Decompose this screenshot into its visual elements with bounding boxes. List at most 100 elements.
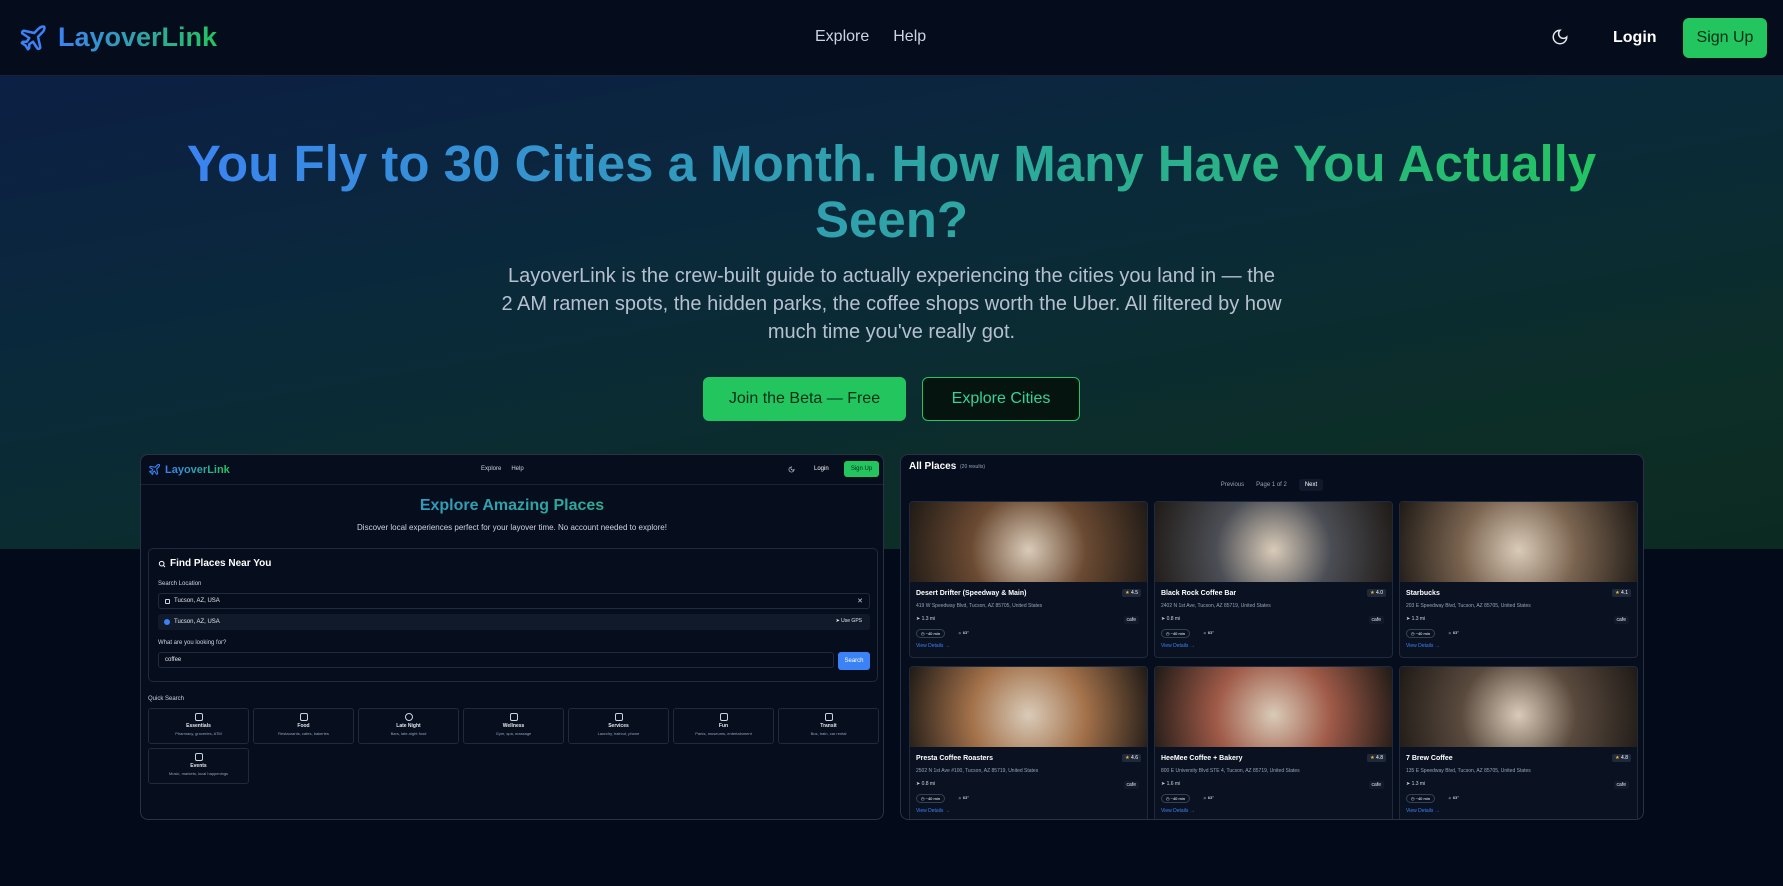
view-details-link[interactable]: View Details → xyxy=(1161,643,1195,649)
use-gps-button[interactable]: ➤ Use GPS xyxy=(836,618,862,624)
all-places-heading: All Places xyxy=(909,461,957,472)
place-weather: ☼ 63° xyxy=(1448,795,1459,800)
place-distance: ➤ 1.6 mi xyxy=(1161,781,1180,787)
place-time-badge: ◷ ~40 min xyxy=(1161,629,1190,638)
place-name: Presta Coffee Roasters xyxy=(916,755,994,762)
place-photo xyxy=(910,667,1147,747)
place-distance-value: 1.3 mi xyxy=(1411,616,1426,622)
place-address: 135 E Speedway Blvd, Tucson, AZ 85705, U… xyxy=(1406,768,1531,774)
place-time-badge: ◷ ~40 min xyxy=(916,629,945,638)
view-details-link[interactable]: View Details → xyxy=(1161,808,1195,814)
pagination-previous[interactable]: Previous xyxy=(1221,482,1244,488)
place-time-value: ~40 min xyxy=(1415,796,1430,801)
top-nav: LayoverLink Explore Help Login Sign Up xyxy=(0,0,1783,76)
use-gps-label: Use GPS xyxy=(841,618,862,624)
hero-title-line-2: Seen? xyxy=(814,191,969,248)
place-temp-value: 63° xyxy=(1207,630,1214,635)
brand-logo[interactable]: LayoverLink xyxy=(18,22,217,53)
quick-search-desc: Parks, museums, entertainment xyxy=(695,731,752,736)
place-time-value: ~40 min xyxy=(925,796,940,801)
place-distance-value: 1.3 mi xyxy=(921,616,936,622)
clear-location-icon[interactable]: ✕ xyxy=(857,597,863,605)
weather-icon: ☼ xyxy=(1448,795,1452,800)
place-rating-value: 4.6 xyxy=(1131,755,1138,761)
place-time-badge: ◷ ~40 min xyxy=(916,794,945,803)
quick-search-name: Transit xyxy=(820,723,837,729)
place-temp-value: 63° xyxy=(1207,795,1214,800)
location-dot-icon xyxy=(164,619,170,625)
place-photo xyxy=(1400,667,1637,747)
moon-icon[interactable] xyxy=(1551,28,1569,46)
quick-search-name: Food xyxy=(297,723,310,729)
preview-login-button[interactable]: Login xyxy=(814,466,829,472)
place-category-badge: cafe xyxy=(1123,781,1139,789)
place-time-badge: ◷ ~40 min xyxy=(1161,794,1190,803)
clock-icon: ◷ xyxy=(1166,631,1170,636)
place-time-badge: ◷ ~40 min xyxy=(1406,794,1435,803)
place-rating: ★ 4.5 xyxy=(1122,589,1141,597)
location-suggestion[interactable]: Tucson, AZ, USA ➤ Use GPS xyxy=(158,614,870,630)
place-card[interactable]: Black Rock Coffee Bar ★ 4.0 2402 N 1st Ave… xyxy=(1154,501,1393,658)
location-input[interactable]: Tucson, AZ, USA ✕ xyxy=(158,593,870,609)
preview-signup-button[interactable]: Sign Up xyxy=(844,461,879,477)
login-button[interactable]: Login xyxy=(1613,29,1657,47)
quick-search-events[interactable]: Events Music, markets, local happenings xyxy=(148,748,249,784)
nav-link-help[interactable]: Help xyxy=(893,28,926,46)
weather-icon: ☼ xyxy=(1203,630,1207,635)
place-card[interactable]: Presta Coffee Roasters ★ 4.6 2502 N 1st Av… xyxy=(909,666,1148,819)
place-card[interactable]: Desert Drifter (Speedway & Main) ★ 4.5 419… xyxy=(909,501,1148,658)
pagination-page: Page 1 of 2 xyxy=(1256,482,1287,488)
preview-nav-explore[interactable]: Explore xyxy=(481,466,501,472)
clock-icon: ◷ xyxy=(921,631,925,636)
quick-search-essentials[interactable]: Essentials Pharmacy, groceries, ATM xyxy=(148,708,249,744)
place-time-value: ~40 min xyxy=(925,631,940,636)
pagination-next[interactable]: Next xyxy=(1298,479,1324,491)
quick-search-name: Essentials xyxy=(186,723,211,729)
quick-search-services[interactable]: Services Laundry, haircut, phone xyxy=(568,708,669,744)
brand-name: LayoverLink xyxy=(58,22,218,52)
place-photo xyxy=(1155,502,1392,582)
navigation-icon: ➤ xyxy=(1161,781,1166,787)
quick-search-late-night[interactable]: Late Night Bars, late-night food xyxy=(358,708,459,744)
place-rating-value: 4.1 xyxy=(1621,590,1628,596)
clock-icon: ◷ xyxy=(921,796,925,801)
quick-search-food[interactable]: Food Restaurants, cafes, bakeries xyxy=(253,708,354,744)
place-rating: ★ 4.1 xyxy=(1612,589,1631,597)
moon-icon[interactable] xyxy=(788,466,795,473)
navigation-icon: ➤ xyxy=(916,616,921,622)
place-rating-value: 4.0 xyxy=(1376,590,1383,596)
place-card[interactable]: Starbucks ★ 4.1 203 E Speedway Blvd, Tucso… xyxy=(1399,501,1638,658)
find-places-card: Find Places Near You Search Location Tuc… xyxy=(148,548,878,682)
bus-icon xyxy=(824,713,833,721)
place-rating-value: 4.8 xyxy=(1376,755,1383,761)
nav-link-explore[interactable]: Explore xyxy=(815,28,869,46)
place-card[interactable]: HeeMee Coffee + Bakery ★ 4.8 800 E Univers… xyxy=(1154,666,1393,819)
place-temp-value: 63° xyxy=(1452,795,1459,800)
place-weather: ☼ 63° xyxy=(958,630,969,635)
plane-icon xyxy=(20,24,46,50)
preview-nav-links: Explore Help xyxy=(481,466,524,472)
preview-brand[interactable]: LayoverLink xyxy=(148,463,230,476)
results-count: (20 results) xyxy=(960,464,986,470)
place-card[interactable]: 7 Brew Coffee ★ 4.8 135 E Speedway Blvd, T… xyxy=(1399,666,1638,819)
signup-button[interactable]: Sign Up xyxy=(1683,18,1767,58)
preview-nav-help[interactable]: Help xyxy=(511,466,523,472)
weather-icon: ☼ xyxy=(958,795,962,800)
quick-search-transit[interactable]: Transit Bus, train, car rental xyxy=(778,708,879,744)
explore-cities-button[interactable]: Explore Cities xyxy=(922,377,1080,421)
clock-icon: ◷ xyxy=(1411,631,1415,636)
quick-search-wellness[interactable]: Wellness Gym, spa, massage xyxy=(463,708,564,744)
search-button[interactable]: Search xyxy=(838,652,870,670)
place-address: 2502 N 1st Ave #100, Tucson, AZ 85719, U… xyxy=(916,768,1039,774)
view-details-link[interactable]: View Details → xyxy=(1406,808,1440,814)
join-beta-button[interactable]: Join the Beta — Free xyxy=(703,377,906,421)
view-details-link[interactable]: View Details → xyxy=(916,808,950,814)
star-icon: ★ xyxy=(1125,590,1130,596)
view-details-link[interactable]: View Details → xyxy=(1406,643,1440,649)
quick-search-label: Quick Search xyxy=(148,696,185,702)
star-icon: ★ xyxy=(1370,590,1375,596)
place-category-badge: cafe xyxy=(1123,616,1139,624)
query-input[interactable]: coffee xyxy=(158,652,834,668)
view-details-link[interactable]: View Details → xyxy=(916,643,950,649)
quick-search-fun[interactable]: Fun Parks, museums, entertainment xyxy=(673,708,774,744)
